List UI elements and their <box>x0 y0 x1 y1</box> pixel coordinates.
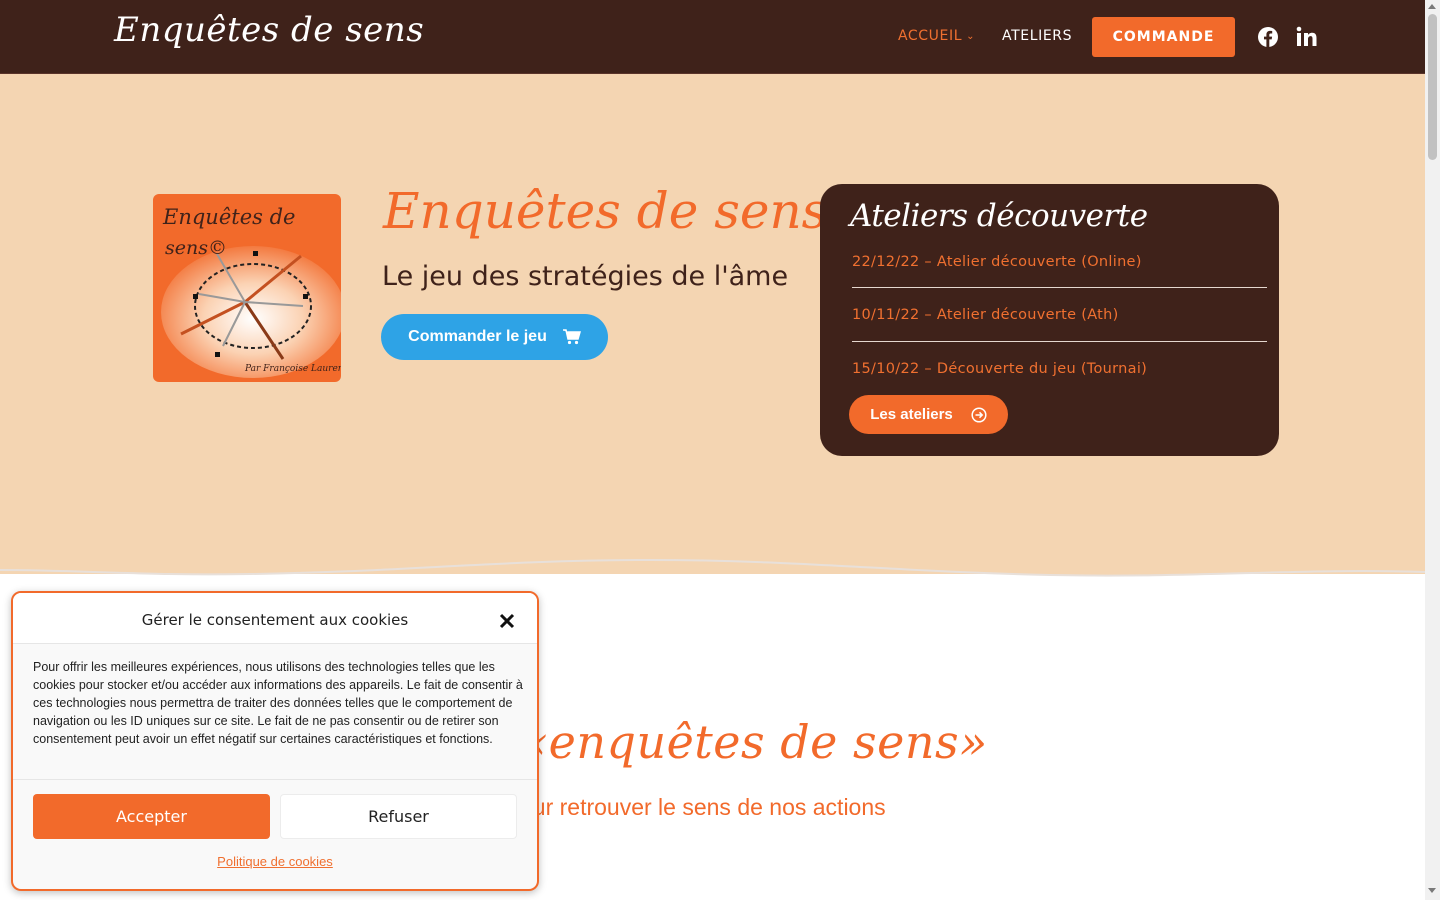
page-scrollbar[interactable] <box>1425 0 1440 900</box>
box-title-line2: sens© <box>165 237 227 259</box>
close-icon[interactable] <box>497 611 517 631</box>
box-author: Par Françoise Laurent <box>244 364 341 374</box>
cookie-message: Pour offrir les meilleures expériences, … <box>33 660 523 746</box>
event-link[interactable]: 15/10/22 – Découverte du jeu (Tournai) <box>852 361 1147 377</box>
nav-item-ateliers[interactable]: ATELIERS <box>1002 28 1072 44</box>
box-title-line1: Enquêtes de <box>162 205 295 229</box>
hero-title: Enquêtes de sens <box>383 182 828 240</box>
hero-subtitle: Le jeu des stratégies de l'âme <box>382 261 789 292</box>
game-box-image: Enquêtes de sens© Par Françoise Laurent <box>153 194 341 382</box>
scroll-up-arrow-icon[interactable] <box>1428 4 1436 9</box>
accept-button[interactable]: Accepter <box>33 794 270 839</box>
refuse-button[interactable]: Refuser <box>280 794 517 839</box>
cookie-policy-link[interactable]: Politique de cookies <box>13 854 537 869</box>
event-link[interactable]: 10/11/22 – Atelier découverte (Ath) <box>852 307 1119 323</box>
cookie-header: Gérer le consentement aux cookies <box>13 593 537 644</box>
order-button-label: Commander le jeu <box>408 328 547 345</box>
card-title: Ateliers découverte <box>850 198 1148 234</box>
section-title: «enquêtes de sens» <box>520 715 988 769</box>
ateliers-card: Ateliers découverte 22/12/22 – Atelier d… <box>820 184 1279 456</box>
divider <box>13 779 537 780</box>
cookie-consent-dialog: Gérer le consentement aux cookies Pour o… <box>11 591 539 891</box>
site-logo[interactable]: Enquêtes de sens <box>114 10 424 50</box>
wave-divider <box>0 548 1425 577</box>
chevron-down-icon: ⌄ <box>966 31 976 42</box>
facebook-icon[interactable] <box>1257 26 1279 48</box>
divider <box>852 341 1267 342</box>
site-header: Enquêtes de sens ACCUEIL ⌄ ATELIERS COMMA… <box>0 0 1425 74</box>
nav-label-accueil: ACCUEIL <box>898 28 963 44</box>
scroll-down-arrow-icon[interactable] <box>1428 888 1436 893</box>
arrow-circle-right-icon <box>971 406 987 423</box>
ateliers-button-label: Les ateliers <box>870 406 953 423</box>
section-subtitle: our retrouver le sens de nos actions <box>520 794 886 820</box>
event-link[interactable]: 22/12/22 – Atelier découverte (Online) <box>852 254 1142 270</box>
cart-icon <box>562 329 581 345</box>
les-ateliers-button[interactable]: Les ateliers <box>849 395 1008 434</box>
order-game-button[interactable]: Commander le jeu <box>381 314 608 360</box>
linkedin-icon[interactable] <box>1296 26 1318 48</box>
cookie-title: Gérer le consentement aux cookies <box>141 611 409 629</box>
divider <box>852 287 1267 288</box>
nav-item-accueil[interactable]: ACCUEIL ⌄ <box>898 28 975 44</box>
scrollbar-thumb[interactable] <box>1428 14 1437 160</box>
commande-button[interactable]: COMMANDE <box>1092 17 1235 57</box>
